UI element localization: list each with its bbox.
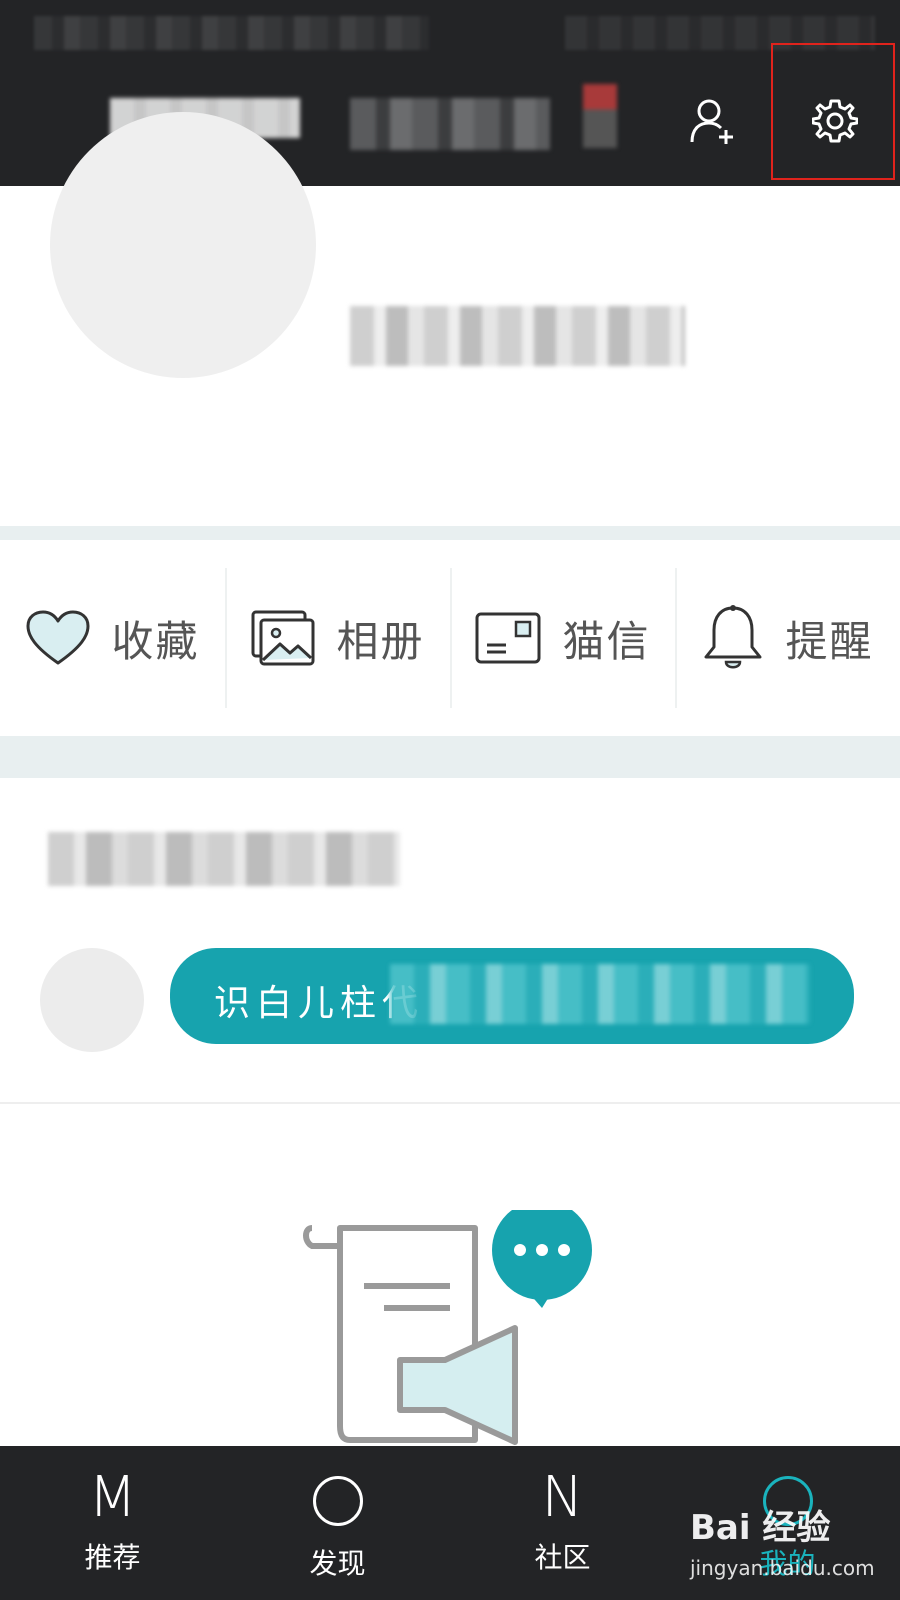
add-user-icon <box>690 99 733 144</box>
favorites-label: 收藏 <box>111 616 200 666</box>
album-button[interactable]: 相册 <box>225 540 450 736</box>
status-bar-blurred <box>34 16 429 50</box>
feed-title-blurred <box>48 832 400 886</box>
feed-message-blurred <box>390 964 810 1024</box>
feed-message-bubble[interactable]: 识白儿柱代 <box>170 948 854 1044</box>
favorites-button[interactable]: 收藏 <box>0 540 225 736</box>
settings-highlight-box <box>771 43 895 180</box>
tab-recommend-label: 推荐 <box>84 1541 141 1574</box>
recommend-icon: M <box>88 1465 137 1530</box>
discover-icon <box>312 1476 363 1526</box>
section-divider-wide <box>0 736 900 778</box>
section-divider <box>0 526 900 540</box>
bell-icon <box>704 605 762 669</box>
tab-community[interactable]: N 社区 <box>450 1446 675 1600</box>
tab-recommend[interactable]: M 推荐 <box>0 1446 225 1600</box>
mail-card-icon <box>475 612 541 664</box>
community-icon: N <box>541 1465 584 1530</box>
cat-mail-button[interactable]: 猫信 <box>450 540 675 736</box>
tab-discover[interactable]: 发现 <box>225 1446 450 1600</box>
quick-actions-bar: 收藏 相册 猫信 提醒 <box>0 540 900 736</box>
reminders-button[interactable]: 提醒 <box>675 540 900 736</box>
tab-discover-label: 发现 <box>309 1547 366 1580</box>
photo-album-icon <box>251 610 315 666</box>
avatar[interactable] <box>50 112 316 378</box>
tab-community-label: 社区 <box>534 1541 591 1574</box>
reminders-label: 提醒 <box>785 616 874 666</box>
nickname-blurred <box>350 306 685 366</box>
album-label: 相册 <box>336 616 425 666</box>
watermark-brand: Bai 经验 <box>690 1508 831 1548</box>
watermark-url: jingyan.baidu.com <box>690 1556 875 1580</box>
header-username-blurred <box>350 98 550 150</box>
add-user-button[interactable] <box>684 92 742 150</box>
feed-divider <box>0 1102 900 1104</box>
cat-mail-label: 猫信 <box>562 616 651 666</box>
heart-icon <box>26 610 90 665</box>
empty-state-illustration <box>303 1210 592 1445</box>
header-badge-blurred <box>583 84 617 148</box>
feed-avatar[interactable] <box>40 948 144 1052</box>
